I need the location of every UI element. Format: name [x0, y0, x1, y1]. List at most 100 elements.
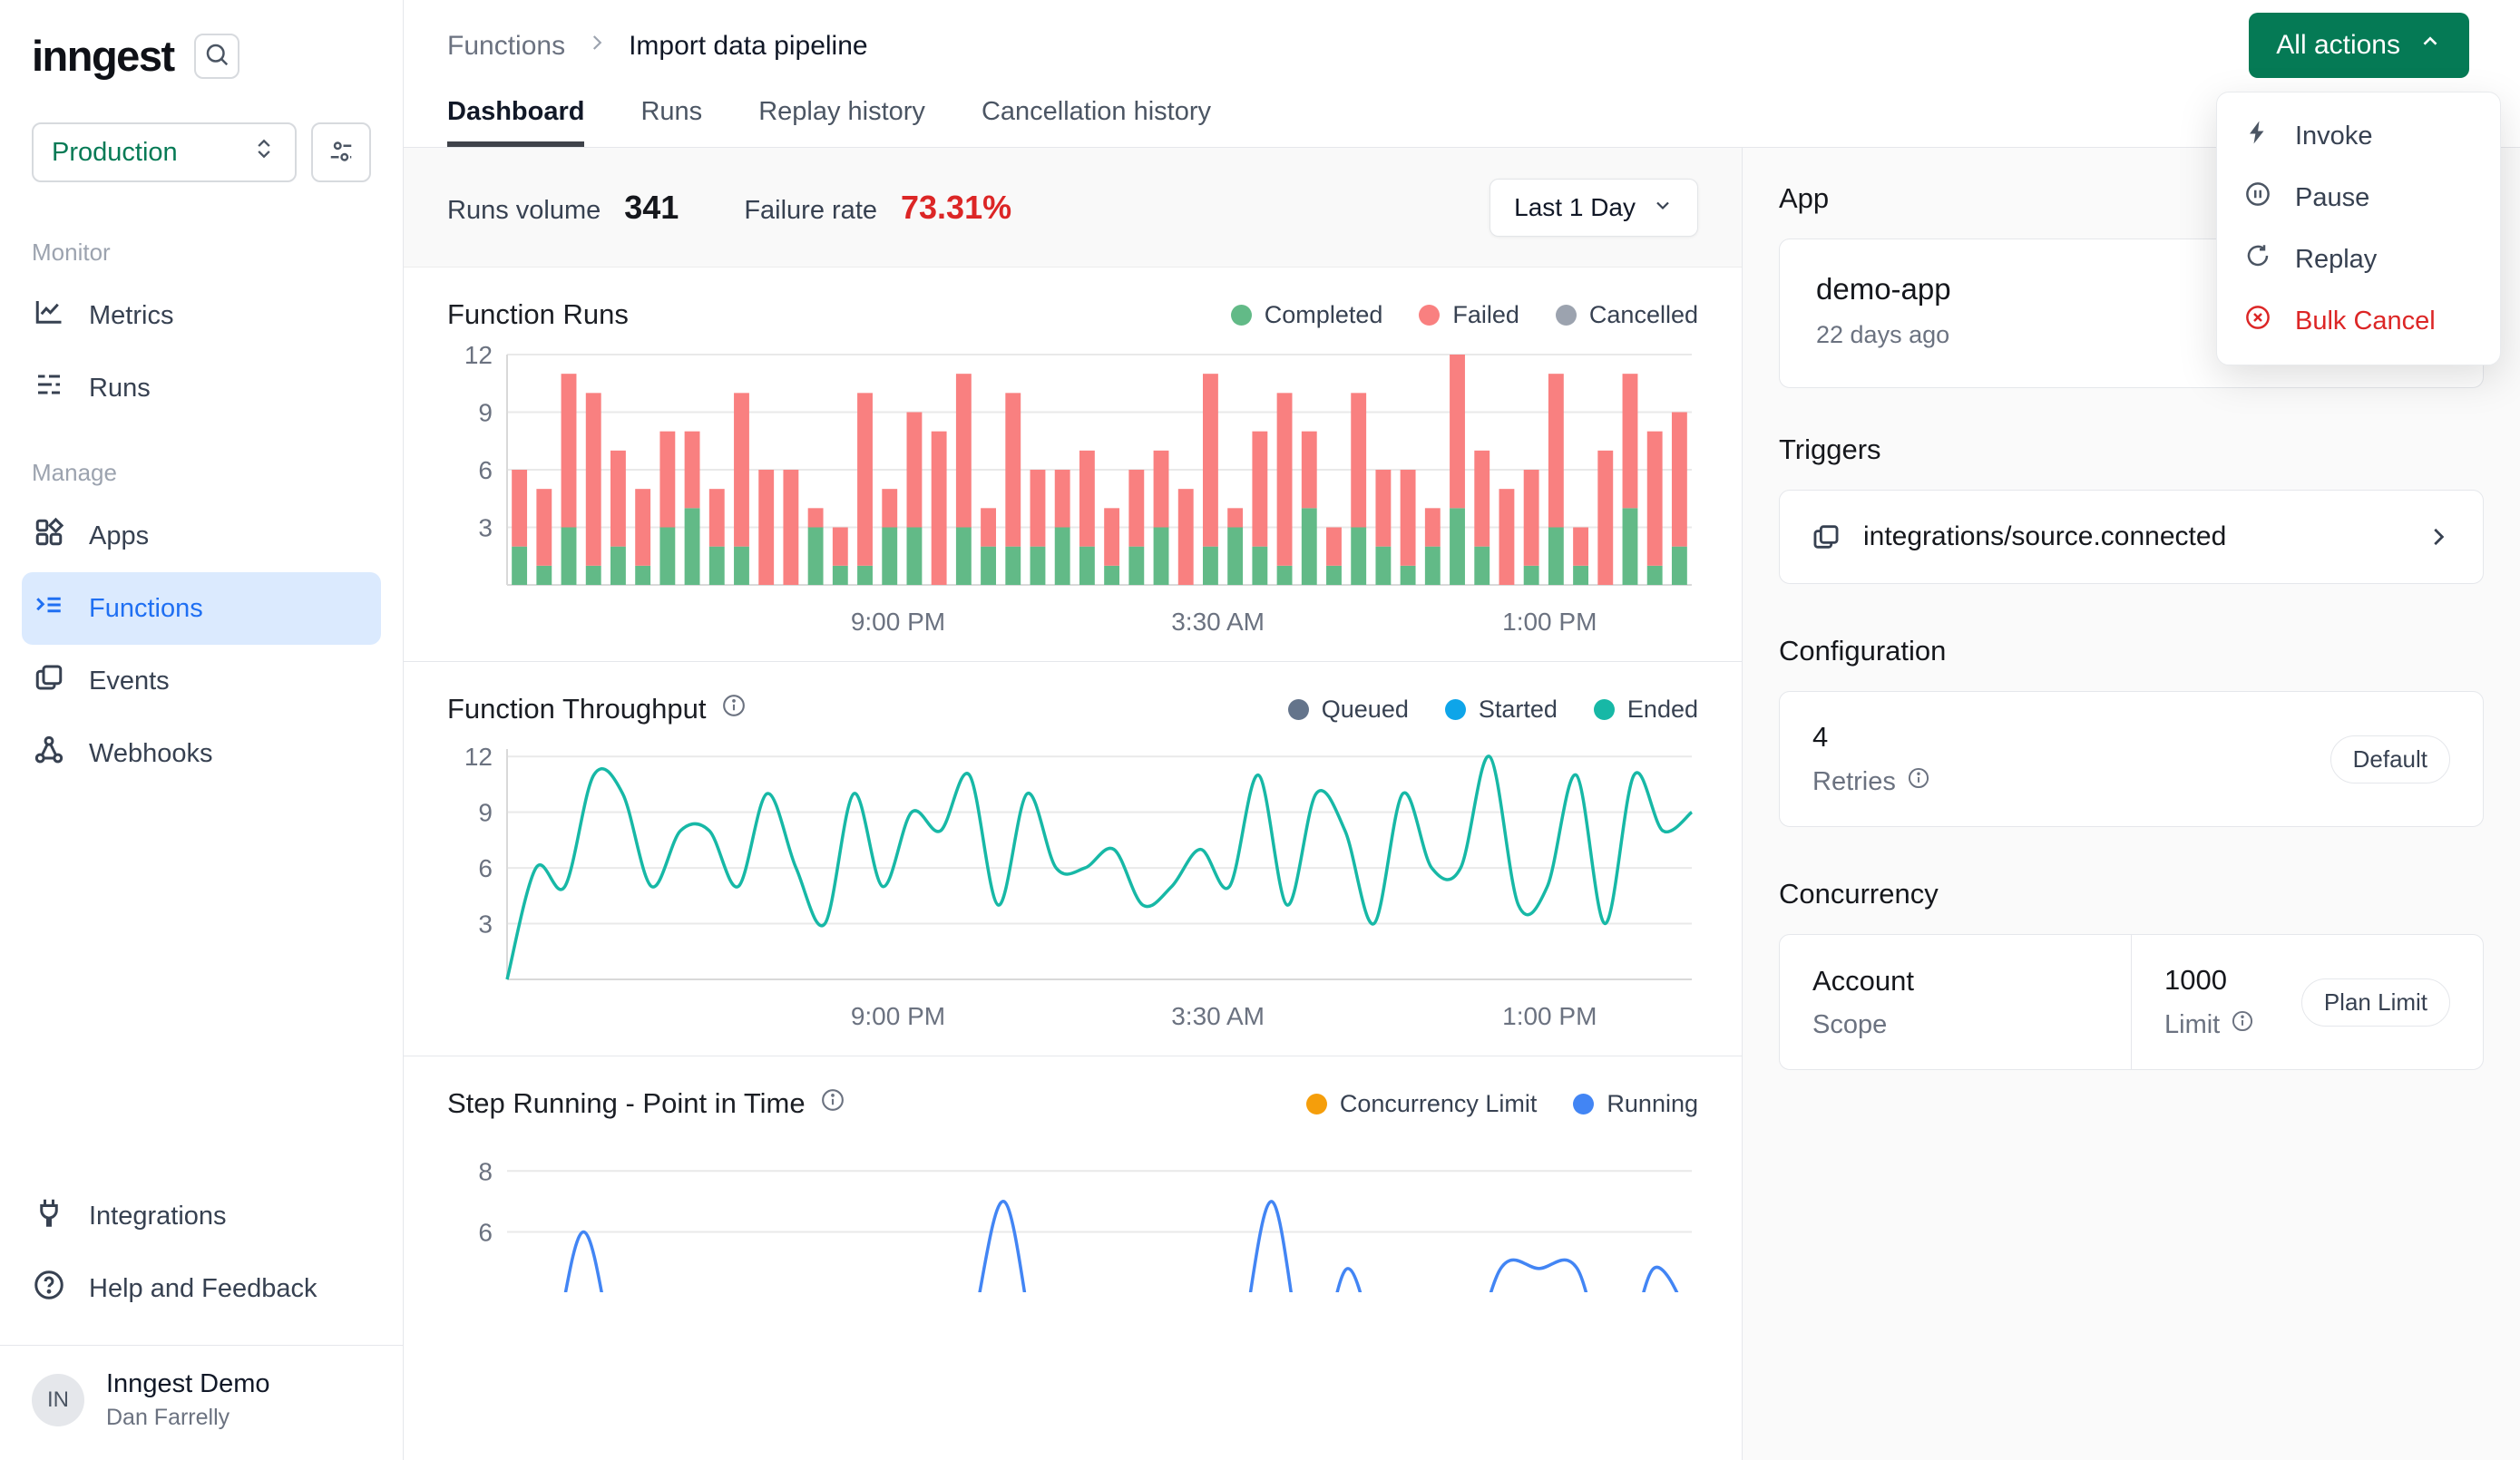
running-dot: [1573, 1094, 1594, 1114]
step-running-title: Step Running - Point in Time: [447, 1087, 806, 1120]
step-running-legend: Concurrency Limit Running: [1306, 1090, 1698, 1118]
content-area: Functions Import data pipeline Dashboard…: [404, 0, 2520, 1460]
triggers-heading: Triggers: [1779, 433, 2484, 466]
environment-value: Production: [52, 138, 178, 168]
svg-text:9:00 PM: 9:00 PM: [851, 608, 945, 636]
function-throughput-legend: Queued Started Ended: [1288, 696, 1698, 724]
queued-dot: [1288, 699, 1309, 720]
function-runs-title: Function Runs: [447, 298, 629, 331]
info-icon[interactable]: [1907, 766, 1930, 797]
svg-text:12: 12: [464, 342, 493, 369]
chevron-right-icon: [2425, 523, 2452, 550]
retries-value: 4: [1812, 721, 1930, 754]
menu-item-label: Invoke: [2295, 122, 2372, 151]
svg-text:6: 6: [478, 1218, 493, 1246]
event-icon: [1811, 521, 1841, 552]
sidebar-item-apps[interactable]: Apps: [22, 500, 381, 572]
concurrency-card: Account Scope 1000 Limit Plan Limit: [1779, 934, 2484, 1070]
retries-card: 4 Retries Default: [1779, 691, 2484, 827]
legend-running: Running: [1607, 1090, 1698, 1118]
chevron-updown-icon: [251, 136, 277, 169]
info-icon[interactable]: [820, 1087, 845, 1120]
tab-cancellation-history[interactable]: Cancellation history: [982, 97, 1211, 147]
sidebar-item-functions[interactable]: Functions: [22, 572, 381, 645]
sidebar-item-label: Help and Feedback: [89, 1274, 317, 1304]
environment-select[interactable]: Production: [32, 122, 297, 182]
sidebar-item-help[interactable]: Help and Feedback: [22, 1252, 381, 1325]
avatar: IN: [32, 1374, 84, 1426]
sidebar-item-label: Runs: [89, 374, 151, 404]
menu-item-pause[interactable]: Pause: [2217, 167, 2500, 229]
svg-text:3: 3: [478, 910, 493, 939]
info-icon[interactable]: [2231, 1009, 2254, 1040]
trigger-card[interactable]: integrations/source.connected: [1779, 490, 2484, 584]
sidebar-item-integrations[interactable]: Integrations: [22, 1180, 381, 1252]
step-running-chart: 68: [447, 1131, 1699, 1292]
all-actions-button[interactable]: All actions: [2249, 13, 2469, 78]
app-root: inngest Production Monitor Metrics Runs: [0, 0, 2520, 1460]
chevron-right-icon: [585, 31, 609, 62]
pause-circle-icon: [2244, 180, 2271, 215]
sidebar-nav: Monitor Metrics Runs Manage Apps Functio…: [0, 204, 403, 1180]
breadcrumb: Functions Import data pipeline: [447, 31, 868, 62]
page-header: Functions Import data pipeline Dashboard…: [404, 0, 2520, 148]
svg-text:3:30 AM: 3:30 AM: [1171, 608, 1265, 636]
function-throughput-title: Function Throughput: [447, 693, 707, 725]
scope-value: Account: [1812, 965, 1914, 998]
list-dashes-icon: [33, 368, 65, 408]
legend-ended: Ended: [1627, 696, 1698, 724]
help-circle-icon: [33, 1269, 65, 1309]
env-filter-button[interactable]: [311, 122, 371, 182]
tab-runs[interactable]: Runs: [640, 97, 702, 147]
user-subtitle: Dan Farrelly: [106, 1405, 270, 1431]
started-dot: [1445, 699, 1466, 720]
failure-rate-value: 73.31%: [901, 189, 1011, 227]
breadcrumb-functions[interactable]: Functions: [447, 31, 565, 62]
legend-started: Started: [1479, 696, 1558, 724]
menu-item-invoke[interactable]: Invoke: [2217, 105, 2500, 167]
time-range-select[interactable]: Last 1 Day: [1490, 179, 1698, 237]
dashboard-main: Runs volume 341 Failure rate 73.31% Last…: [404, 148, 1742, 1460]
sidebar-item-webhooks[interactable]: Webhooks: [22, 717, 381, 790]
configuration-heading: Configuration: [1779, 635, 2484, 667]
legend-failed: Failed: [1452, 301, 1519, 329]
svg-text:9:00 PM: 9:00 PM: [851, 1002, 945, 1030]
failure-rate-stat: Failure rate 73.31%: [744, 189, 1011, 227]
menu-item-replay[interactable]: Replay: [2217, 229, 2500, 290]
replay-icon: [2244, 242, 2271, 277]
time-range-value: Last 1 Day: [1514, 193, 1636, 222]
info-icon[interactable]: [721, 693, 747, 725]
svg-text:1:00 PM: 1:00 PM: [1502, 1002, 1597, 1030]
tab-replay-history[interactable]: Replay history: [758, 97, 925, 147]
sidebar-item-events[interactable]: Events: [22, 645, 381, 717]
trigger-event-name: integrations/source.connected: [1863, 521, 2226, 552]
sidebar-item-metrics[interactable]: Metrics: [22, 279, 381, 352]
sidebar-item-label: Webhooks: [89, 739, 213, 769]
runs-volume-value: 341: [624, 189, 679, 227]
events-icon: [33, 661, 65, 701]
user-account-row[interactable]: IN Inngest Demo Dan Farrelly: [0, 1345, 403, 1455]
function-runs-legend: Completed Failed Cancelled: [1231, 301, 1698, 329]
sidebar-item-runs[interactable]: Runs: [22, 352, 381, 424]
monitor-section-label: Monitor: [0, 238, 403, 267]
concurrency-limit-dot: [1306, 1094, 1327, 1114]
tab-dashboard[interactable]: Dashboard: [447, 97, 584, 147]
sidebar-footer: Integrations Help and Feedback IN Innges…: [0, 1180, 403, 1460]
svg-text:3: 3: [478, 514, 493, 542]
plan-limit-badge: Plan Limit: [2301, 978, 2450, 1027]
search-button[interactable]: [194, 34, 239, 79]
runs-volume-label: Runs volume: [447, 196, 601, 226]
menu-item-label: Replay: [2295, 245, 2377, 275]
chart-line-icon: [33, 296, 65, 336]
menu-item-bulk-cancel[interactable]: Bulk Cancel: [2217, 290, 2500, 352]
apps-grid-icon: [33, 516, 65, 556]
ended-dot: [1594, 699, 1615, 720]
stats-bar: Runs volume 341 Failure rate 73.31% Last…: [404, 148, 1742, 268]
default-badge: Default: [2330, 735, 2450, 784]
tab-bar: Dashboard Runs Replay history Cancellati…: [447, 97, 1211, 147]
limit-value: 1000: [2164, 964, 2254, 997]
limit-label: Limit: [2164, 1010, 2220, 1040]
plug-icon: [33, 1196, 65, 1236]
user-name: Inngest Demo: [106, 1369, 270, 1399]
failure-rate-label: Failure rate: [744, 196, 877, 226]
